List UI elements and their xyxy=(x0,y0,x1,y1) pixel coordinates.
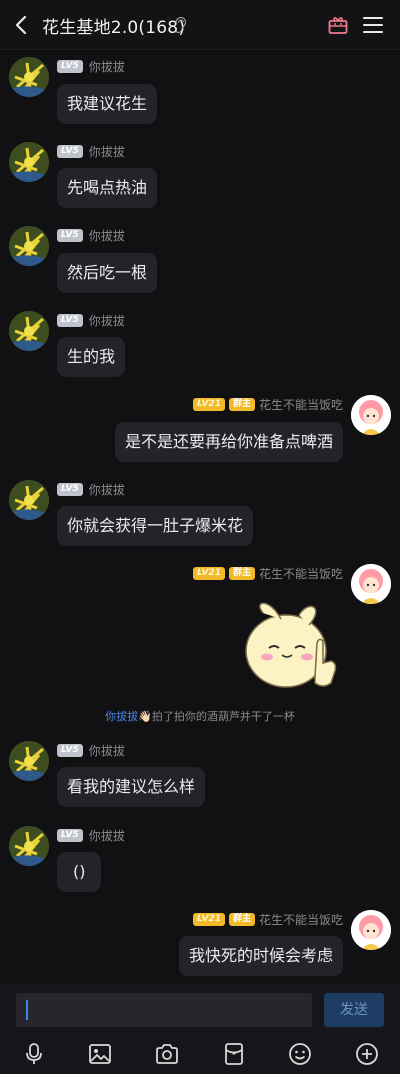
sender-info: LV5 你拔拔 xyxy=(57,827,125,843)
sender-name[interactable]: 你拔拔 xyxy=(89,742,125,759)
level-badge: LV5 xyxy=(57,59,83,73)
avatar[interactable] xyxy=(9,480,49,520)
sender-name[interactable]: 你拔拔 xyxy=(89,58,125,75)
message-bubble[interactable]: 你就会获得一肚子爆米花 xyxy=(57,506,254,546)
menu-icon[interactable] xyxy=(363,15,383,35)
owner-badge: 群主 xyxy=(228,566,255,580)
avatar[interactable] xyxy=(9,311,49,351)
image-icon[interactable] xyxy=(88,1042,112,1066)
avatar[interactable] xyxy=(351,564,391,604)
sender-name[interactable]: 你拔拔 xyxy=(89,827,125,844)
sender-info: LV5 你拔拔 xyxy=(57,481,125,497)
owner-badge: 群主 xyxy=(228,397,255,411)
level-badge: LV21 xyxy=(192,566,225,580)
sender-info: LV5 你拔拔 xyxy=(57,58,125,74)
message-bubble[interactable]: 先喝点热油 xyxy=(57,168,158,208)
sender-name[interactable]: 你拔拔 xyxy=(89,481,125,498)
group-title[interactable]: 花生基地2.0(168) xyxy=(42,13,185,38)
send-button[interactable]: 发送 xyxy=(324,993,384,1027)
sender-info: LV5 你拔拔 xyxy=(57,227,125,243)
message-bubble[interactable]: 是不是还要再给你准备点啤酒 xyxy=(114,422,343,462)
level-badge: LV5 xyxy=(57,828,83,842)
message-input[interactable] xyxy=(16,993,312,1027)
message-bubble[interactable]: 我快死的时候会考虑 xyxy=(178,936,343,976)
sender-name[interactable]: 花生不能当饭吃 xyxy=(259,565,343,582)
avatar[interactable] xyxy=(351,395,391,435)
sender-name[interactable]: 你拔拔 xyxy=(89,312,125,329)
level-badge: LV5 xyxy=(57,313,83,327)
input-bar: 发送 xyxy=(0,984,400,1074)
red-packet-icon[interactable] xyxy=(222,1042,246,1066)
chat-header: 花生基地2.0(168) xyxy=(0,0,400,50)
sender-name[interactable]: 你拔拔 xyxy=(89,227,125,244)
system-message: 你拔拔👋🏻拍了拍你的酒葫芦并干了一杯 xyxy=(0,708,400,724)
message-bubble[interactable]: 生的我 xyxy=(57,337,126,377)
level-badge: LV5 xyxy=(57,743,83,757)
avatar[interactable] xyxy=(9,142,49,182)
level-badge: LV5 xyxy=(57,228,83,242)
back-arrow-icon[interactable] xyxy=(12,14,32,36)
system-action: 拍了拍你的酒葫芦并干了一杯 xyxy=(151,710,295,723)
message-bubble[interactable]: 然后吃一根 xyxy=(57,253,158,293)
level-badge: LV5 xyxy=(57,482,83,496)
sender-info: LV21 群主 花生不能当饭吃 xyxy=(192,911,343,928)
avatar[interactable] xyxy=(9,741,49,781)
sender-info: LV5 你拔拔 xyxy=(57,143,125,159)
sticker-image[interactable] xyxy=(243,593,343,693)
text-cursor xyxy=(26,1000,28,1020)
sender-info: LV21 群主 花生不能当饭吃 xyxy=(192,396,343,413)
owner-badge: 群主 xyxy=(228,912,255,926)
avatar[interactable] xyxy=(9,57,49,97)
sender-info: LV5 你拔拔 xyxy=(57,742,125,758)
ear-icon xyxy=(175,16,187,34)
message-bubble[interactable]: () xyxy=(57,852,102,892)
camera-icon[interactable] xyxy=(155,1042,179,1066)
level-badge: LV21 xyxy=(192,397,225,411)
sender-name[interactable]: 你拔拔 xyxy=(89,143,125,160)
gift-icon[interactable] xyxy=(327,14,349,36)
message-bubble[interactable]: 看我的建议怎么样 xyxy=(57,767,206,807)
level-badge: LV21 xyxy=(192,912,225,926)
sender-info: LV5 你拔拔 xyxy=(57,312,125,328)
plus-icon[interactable] xyxy=(355,1042,379,1066)
level-badge: LV5 xyxy=(57,144,83,158)
sender-name[interactable]: 花生不能当饭吃 xyxy=(259,396,343,413)
sender-name[interactable]: 花生不能当饭吃 xyxy=(259,911,343,928)
avatar[interactable] xyxy=(9,226,49,266)
avatar[interactable] xyxy=(351,910,391,950)
sender-info: LV21 群主 花生不能当饭吃 xyxy=(192,565,343,582)
microphone-icon[interactable] xyxy=(22,1042,46,1066)
avatar[interactable] xyxy=(9,826,49,866)
emoji-icon[interactable] xyxy=(288,1042,312,1066)
wave-emoji: 👋🏻 xyxy=(138,710,152,723)
message-bubble[interactable]: 我建议花生 xyxy=(57,84,158,124)
system-actor[interactable]: 你拔拔 xyxy=(105,710,138,723)
